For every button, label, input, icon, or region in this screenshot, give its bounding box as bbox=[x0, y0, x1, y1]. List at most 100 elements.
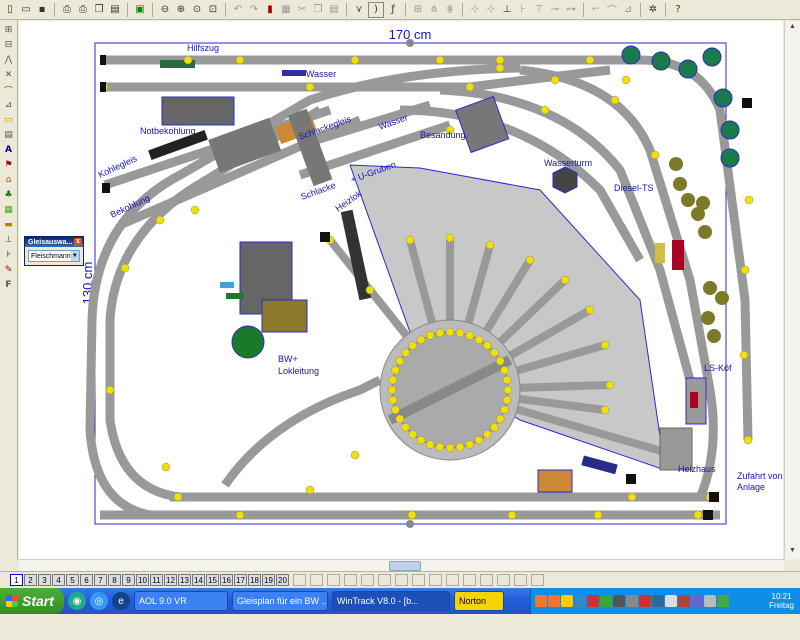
measure-icon[interactable]: ⊹ bbox=[468, 3, 482, 17]
copy2-icon[interactable]: ❐ bbox=[311, 3, 325, 17]
paste-icon[interactable]: ▤ bbox=[108, 3, 122, 17]
grid-icon[interactable]: ⊹ bbox=[484, 3, 498, 17]
connect-icon[interactable]: ⊤ bbox=[532, 3, 546, 17]
scroll-up-icon[interactable]: ▲ bbox=[787, 23, 798, 33]
ie-icon[interactable]: e bbox=[112, 592, 130, 610]
zoom-in-icon[interactable]: ⊕ bbox=[174, 3, 188, 17]
layer-button-10[interactable]: 10 bbox=[136, 574, 149, 586]
crossing-tool-icon[interactable]: ✕ bbox=[3, 69, 15, 81]
horizontal-scrollbar[interactable] bbox=[19, 559, 784, 571]
layer-a-icon[interactable] bbox=[361, 574, 374, 586]
table-tool-icon[interactable]: ▤ bbox=[3, 129, 15, 141]
layer-button-2[interactable]: 2 bbox=[24, 574, 37, 586]
save-icon[interactable]: ▪ bbox=[35, 3, 49, 17]
zoom-out-icon[interactable]: ⊖ bbox=[158, 3, 172, 17]
rotate-icon[interactable]: ⊞ bbox=[411, 3, 425, 17]
layer-c-icon[interactable] bbox=[395, 574, 408, 586]
tree-tool-icon[interactable]: ♣ bbox=[3, 189, 15, 201]
tray-icon[interactable] bbox=[561, 595, 573, 607]
join-icon[interactable]: ⊶ bbox=[564, 3, 578, 17]
signal-tool-icon[interactable]: ⚑ bbox=[3, 159, 15, 171]
layer-tool-icon[interactable] bbox=[327, 574, 340, 586]
layer-button-16[interactable]: 16 bbox=[220, 574, 233, 586]
tray-icon[interactable] bbox=[548, 595, 560, 607]
select-tool-icon[interactable]: ⊞ bbox=[3, 24, 15, 36]
layer-print-icon[interactable] bbox=[344, 574, 357, 586]
start-button[interactable]: Start bbox=[0, 588, 64, 614]
ruler-icon[interactable]: ⌐ bbox=[589, 3, 603, 17]
layer-button-1[interactable]: 1 bbox=[10, 574, 23, 586]
aol-quick-icon[interactable]: ◎ bbox=[90, 592, 108, 610]
chevron-down-icon[interactable]: ▼ bbox=[70, 251, 79, 261]
gleisauswahl-titlebar[interactable]: Gleisauswa... x bbox=[25, 237, 83, 247]
layer-button-12[interactable]: 12 bbox=[164, 574, 177, 586]
layer-e-icon[interactable] bbox=[429, 574, 442, 586]
group-icon[interactable]: ▦ bbox=[279, 3, 293, 17]
layer-button-8[interactable]: 8 bbox=[108, 574, 121, 586]
scroll-thumb[interactable] bbox=[389, 561, 421, 571]
layer-g-icon[interactable] bbox=[463, 574, 476, 586]
tray-icon[interactable] bbox=[574, 595, 586, 607]
tray-icon[interactable] bbox=[717, 595, 729, 607]
curve-tool-icon[interactable]: ⌒ bbox=[3, 84, 15, 97]
layer-pen-icon[interactable] bbox=[310, 574, 323, 586]
task-aol[interactable]: AOL 9.0 VR bbox=[134, 591, 228, 611]
redo-icon[interactable]: ↷ bbox=[247, 3, 261, 17]
taskbar-clock[interactable]: 10:21 Freitag bbox=[769, 592, 794, 610]
layer-button-7[interactable]: 7 bbox=[94, 574, 107, 586]
height-icon[interactable]: ⊿ bbox=[621, 3, 635, 17]
task-norton[interactable]: Norton bbox=[454, 591, 504, 611]
scroll-down-icon[interactable]: ▼ bbox=[787, 547, 798, 557]
undo-icon[interactable]: ↶ bbox=[231, 3, 245, 17]
tray-icon[interactable] bbox=[704, 595, 716, 607]
tray-icon[interactable] bbox=[535, 595, 547, 607]
layout-canvas[interactable]: 170 cm 130 cm Hilfszug Wasser Notbekohlu… bbox=[19, 21, 783, 559]
track-tool-icon[interactable]: ⊟ bbox=[3, 39, 15, 51]
layer-button-6[interactable]: 6 bbox=[80, 574, 93, 586]
new-file-icon[interactable]: ▯ bbox=[3, 3, 17, 17]
track-curve-icon[interactable]: ) bbox=[368, 1, 384, 18]
layer-button-19[interactable]: 19 bbox=[262, 574, 275, 586]
landscape-tool-icon[interactable]: ▦ bbox=[3, 204, 15, 216]
layer-j-icon[interactable] bbox=[514, 574, 527, 586]
task-firefox[interactable]: Gleisplan für ein BW ... bbox=[232, 591, 328, 611]
zoom-fit-icon[interactable]: ⊙ bbox=[190, 3, 204, 17]
image-icon[interactable]: ▣ bbox=[133, 3, 147, 17]
tray-icon[interactable] bbox=[626, 595, 638, 607]
layer-b-icon[interactable] bbox=[378, 574, 391, 586]
flex-tool-icon[interactable]: F bbox=[3, 279, 15, 291]
split-icon[interactable]: ⊸ bbox=[548, 3, 562, 17]
layer-i-icon[interactable] bbox=[497, 574, 510, 586]
align-icon[interactable]: ⋕ bbox=[443, 3, 457, 17]
layer-icon[interactable]: ⊦ bbox=[516, 3, 530, 17]
print-icon[interactable]: ⎙ bbox=[76, 3, 90, 17]
tray-icon[interactable] bbox=[665, 595, 677, 607]
layer-button-4[interactable]: 4 bbox=[52, 574, 65, 586]
eraser-tool-icon[interactable]: ▭ bbox=[3, 114, 15, 126]
layer-button-14[interactable]: 14 bbox=[192, 574, 205, 586]
help-icon[interactable]: ? bbox=[671, 3, 685, 17]
print-preview-icon[interactable]: ⎙ bbox=[60, 3, 74, 17]
layer-button-17[interactable]: 17 bbox=[234, 574, 247, 586]
layer-f-icon[interactable] bbox=[446, 574, 459, 586]
layer-h-icon[interactable] bbox=[480, 574, 493, 586]
delete-icon[interactable]: ▮ bbox=[263, 3, 277, 17]
switch-tool-icon[interactable]: ⋀ bbox=[3, 54, 15, 66]
open-folder-icon[interactable]: ▭ bbox=[19, 3, 33, 17]
catenary-tool-icon[interactable]: ⊥ bbox=[3, 234, 15, 246]
layer-button-11[interactable]: 11 bbox=[150, 574, 163, 586]
tray-icon[interactable] bbox=[600, 595, 612, 607]
paint-tool-icon[interactable]: ✎ bbox=[3, 264, 15, 276]
layer-k-icon[interactable] bbox=[531, 574, 544, 586]
layer-color-icon[interactable] bbox=[293, 574, 306, 586]
cut-icon[interactable]: ✂ bbox=[295, 3, 309, 17]
vertical-scrollbar[interactable]: ▲ ▼ bbox=[784, 21, 800, 559]
mirror-icon[interactable]: ⋔ bbox=[427, 3, 441, 17]
flex-icon[interactable]: ƒ bbox=[386, 3, 400, 17]
copy-icon[interactable]: ❐ bbox=[92, 3, 106, 17]
text-tool-icon[interactable]: A bbox=[3, 144, 15, 156]
desktop-icon[interactable]: ◉ bbox=[68, 592, 86, 610]
close-icon[interactable]: x bbox=[74, 238, 82, 246]
tray-icon[interactable] bbox=[678, 595, 690, 607]
layer-d-icon[interactable] bbox=[412, 574, 425, 586]
